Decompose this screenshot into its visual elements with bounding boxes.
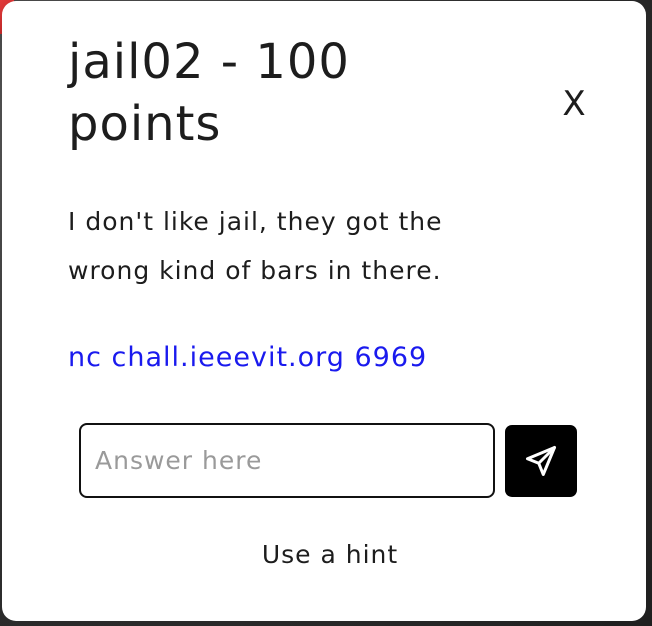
submit-button[interactable] (505, 425, 577, 497)
answer-input[interactable] (79, 423, 495, 498)
connection-link[interactable]: nc chall.ieeevit.org 6969 (68, 338, 427, 378)
close-button[interactable]: X (557, 83, 591, 125)
send-icon (526, 446, 556, 476)
challenge-title: jail02 - 100 points (68, 34, 350, 152)
challenge-modal: jail02 - 100 points X I don't like jail,… (2, 1, 646, 621)
challenge-description: I don't like jail, they got the wrong ki… (68, 207, 443, 285)
use-hint-button[interactable]: Use a hint (242, 535, 418, 575)
